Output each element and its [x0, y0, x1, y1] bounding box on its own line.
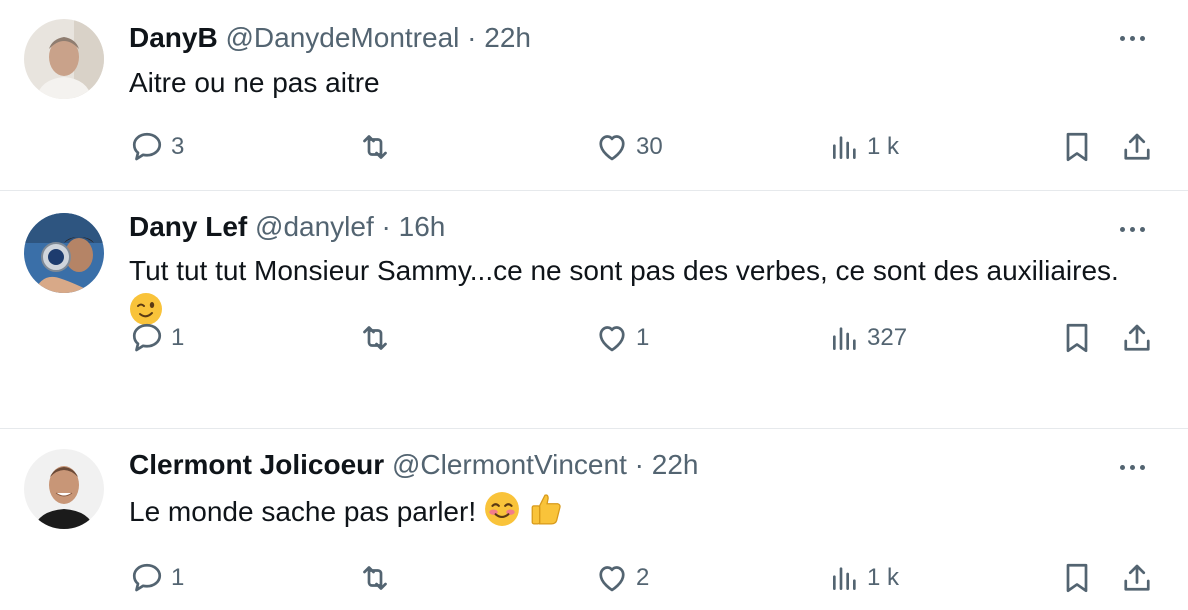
bookmark-button[interactable]	[1059, 318, 1095, 358]
share-button[interactable]	[1119, 318, 1155, 358]
like-count: 1	[636, 324, 650, 351]
speech-bubble-icon	[132, 323, 162, 352]
thumbs-up-icon	[531, 494, 561, 525]
reply-button[interactable]: 1	[129, 318, 184, 358]
tweet-text: Le monde sache pas parler!	[129, 491, 1129, 532]
like-count: 2	[636, 564, 650, 591]
heart-icon	[599, 135, 625, 161]
avatar[interactable]	[24, 449, 104, 529]
avatar[interactable]	[24, 19, 104, 99]
retweet-icon	[363, 566, 387, 590]
retweet-icon	[363, 326, 387, 350]
more-options-button[interactable]	[1112, 26, 1152, 50]
reply-count: 1	[171, 324, 185, 351]
author-name[interactable]: DanyB	[129, 22, 218, 53]
bookmark-button[interactable]	[1059, 558, 1095, 598]
action-bar: 3 30 1 k	[129, 127, 1158, 167]
tweet[interactable]: Clermont Jolicoeur @ClermontVincent · 22…	[0, 429, 1188, 610]
bar-chart-icon	[833, 567, 856, 590]
author-handle[interactable]: @DanydeMontreal	[225, 22, 459, 53]
more-options-button[interactable]	[1112, 217, 1152, 241]
author-name[interactable]: Clermont Jolicoeur	[129, 449, 384, 480]
speech-bubble-icon	[132, 563, 162, 592]
view-count: 1 k	[867, 133, 900, 160]
avatar[interactable]	[24, 213, 104, 293]
more-dots-icon	[1119, 464, 1125, 470]
tweet-text-content: Tut tut tut Monsieur Sammy...ce ne sont …	[129, 255, 1119, 286]
views-button[interactable]: 1 k	[829, 127, 899, 167]
view-count: 327	[867, 324, 908, 351]
more-options-button[interactable]	[1112, 455, 1152, 479]
reply-count: 3	[171, 133, 185, 160]
more-dots-icon	[1119, 35, 1125, 41]
smiling-face-with-blush-icon	[484, 492, 519, 526]
bookmark-icon	[1066, 323, 1088, 353]
like-button[interactable]: 2	[594, 558, 649, 598]
retweet-button[interactable]	[357, 558, 399, 598]
reply-button[interactable]: 1	[129, 558, 184, 598]
views-button[interactable]: 1 k	[829, 558, 899, 598]
separator: ·	[381, 211, 391, 242]
share-icon	[1124, 564, 1150, 591]
retweet-icon	[363, 135, 387, 159]
tweet[interactable]: DanyB @DanydeMontreal · 22h Aitre ou ne …	[0, 0, 1188, 191]
timestamp[interactable]: 22h	[484, 22, 531, 53]
like-button[interactable]: 30	[594, 127, 663, 167]
retweet-button[interactable]	[357, 318, 399, 358]
bookmark-button[interactable]	[1059, 127, 1095, 167]
bar-chart-icon	[833, 327, 856, 350]
speech-bubble-icon	[132, 132, 162, 161]
views-button[interactable]: 327	[829, 318, 907, 358]
author-handle[interactable]: @danylef	[255, 211, 374, 242]
author-handle[interactable]: @ClermontVincent	[392, 449, 627, 480]
action-bar: 1 1 327	[129, 318, 1158, 358]
retweet-button[interactable]	[357, 127, 399, 167]
like-button[interactable]: 1	[594, 318, 649, 358]
share-icon	[1124, 324, 1150, 351]
bookmark-icon	[1066, 132, 1088, 162]
heart-icon	[599, 326, 625, 352]
author-name[interactable]: Dany Lef	[129, 211, 247, 242]
tweet-text-content: Aitre ou ne pas aitre	[129, 67, 380, 98]
share-button[interactable]	[1119, 558, 1155, 598]
bar-chart-icon	[833, 136, 856, 159]
tweet[interactable]: Dany Lef @danylef · 16h Tut tut tut Mons…	[0, 191, 1188, 429]
timestamp[interactable]: 22h	[652, 449, 699, 480]
view-count: 1 k	[867, 564, 900, 591]
heart-icon	[599, 566, 625, 592]
like-count: 30	[636, 133, 663, 160]
reply-count: 1	[171, 564, 185, 591]
share-button[interactable]	[1119, 127, 1155, 167]
reply-button[interactable]: 3	[129, 127, 184, 167]
tweet-text-content: Le monde sache pas parler!	[129, 496, 477, 527]
share-icon	[1124, 133, 1150, 160]
more-dots-icon	[1119, 226, 1125, 232]
separator: ·	[634, 449, 644, 480]
bookmark-icon	[1066, 563, 1088, 593]
tweet-text: Aitre ou ne pas aitre	[129, 63, 1129, 103]
separator: ·	[467, 22, 477, 53]
timestamp[interactable]: 16h	[399, 211, 446, 242]
action-bar: 1 2 1 k	[129, 558, 1158, 598]
